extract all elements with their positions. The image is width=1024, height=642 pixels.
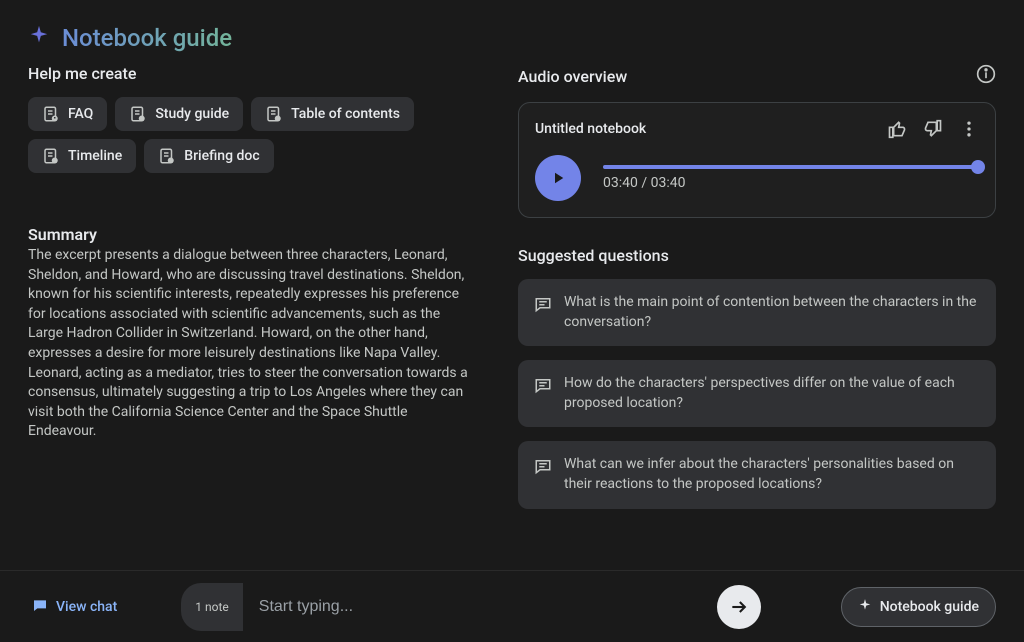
send-button[interactable] [717,585,761,629]
page-title: Notebook guide [62,24,232,52]
right-column: Audio overview Untitled notebook [518,64,996,523]
audio-top: Untitled notebook [535,119,979,139]
chip-briefing-doc[interactable]: Briefing doc [144,139,273,173]
suggested-heading: Suggested questions [518,246,996,265]
chat-icon [534,457,552,475]
notes-badge[interactable]: 1 note [181,583,242,631]
create-chips: FAQ Study guide Table of contents Timeli… [28,97,478,173]
sparkle-icon [28,24,50,52]
question-text: What can we infer about the characters' … [564,455,980,494]
chat-icon [534,376,552,394]
chip-faq[interactable]: FAQ [28,97,107,131]
chip-label: Timeline [68,148,122,164]
chip-timeline[interactable]: Timeline [28,139,136,173]
chat-icon [534,295,552,313]
input-wrap [259,585,761,629]
chat-input[interactable] [259,586,717,628]
bottom-bar: View chat 1 note Notebook guide [0,570,1024,642]
notebook-guide-label: Notebook guide [880,599,979,615]
main-content: Help me create FAQ Study guide Table of … [0,64,1024,523]
doc-icon [42,105,60,123]
audio-overview-heading: Audio overview [518,64,996,88]
doc-icon [129,105,147,123]
summary-text: The excerpt presents a dialogue between … [28,246,478,442]
audio-player: 03:40 / 03:40 [535,155,979,201]
chip-label: Study guide [155,106,229,122]
question-text: How do the characters' perspectives diff… [564,374,980,413]
header: Notebook guide [0,0,1024,64]
audio-title: Untitled notebook [535,121,646,137]
question-text: What is the main point of contention bet… [564,293,980,332]
audio-overview-label: Audio overview [518,67,627,86]
notebook-guide-button[interactable]: Notebook guide [841,587,996,627]
question-card[interactable]: How do the characters' perspectives diff… [518,360,996,427]
view-chat-button[interactable]: View chat [28,589,165,625]
progress-bar[interactable] [603,165,979,169]
chat-icon [32,597,48,617]
more-icon[interactable] [959,119,979,139]
sparkle-icon [858,598,872,616]
time-display: 03:40 / 03:40 [603,175,979,191]
summary-heading: Summary [28,225,478,244]
play-button[interactable] [535,155,581,201]
chip-study-guide[interactable]: Study guide [115,97,243,131]
chip-toc[interactable]: Table of contents [251,97,414,131]
left-column: Help me create FAQ Study guide Table of … [28,64,478,523]
doc-icon [42,147,60,165]
player-right: 03:40 / 03:40 [603,165,979,191]
audio-card: Untitled notebook [518,102,996,218]
question-card[interactable]: What is the main point of contention bet… [518,279,996,346]
help-create-heading: Help me create [28,64,478,83]
doc-icon [265,105,283,123]
chip-label: Briefing doc [184,148,259,164]
chip-label: FAQ [68,106,93,122]
progress-thumb[interactable] [971,160,985,174]
question-card[interactable]: What can we infer about the characters' … [518,441,996,508]
audio-actions [887,119,979,139]
summary-section: Summary The excerpt presents a dialogue … [28,225,478,442]
thumbs-up-icon[interactable] [887,119,907,139]
thumbs-down-icon[interactable] [923,119,943,139]
view-chat-label: View chat [56,599,117,615]
chip-label: Table of contents [291,106,400,122]
info-icon[interactable] [976,64,996,88]
doc-icon [158,147,176,165]
